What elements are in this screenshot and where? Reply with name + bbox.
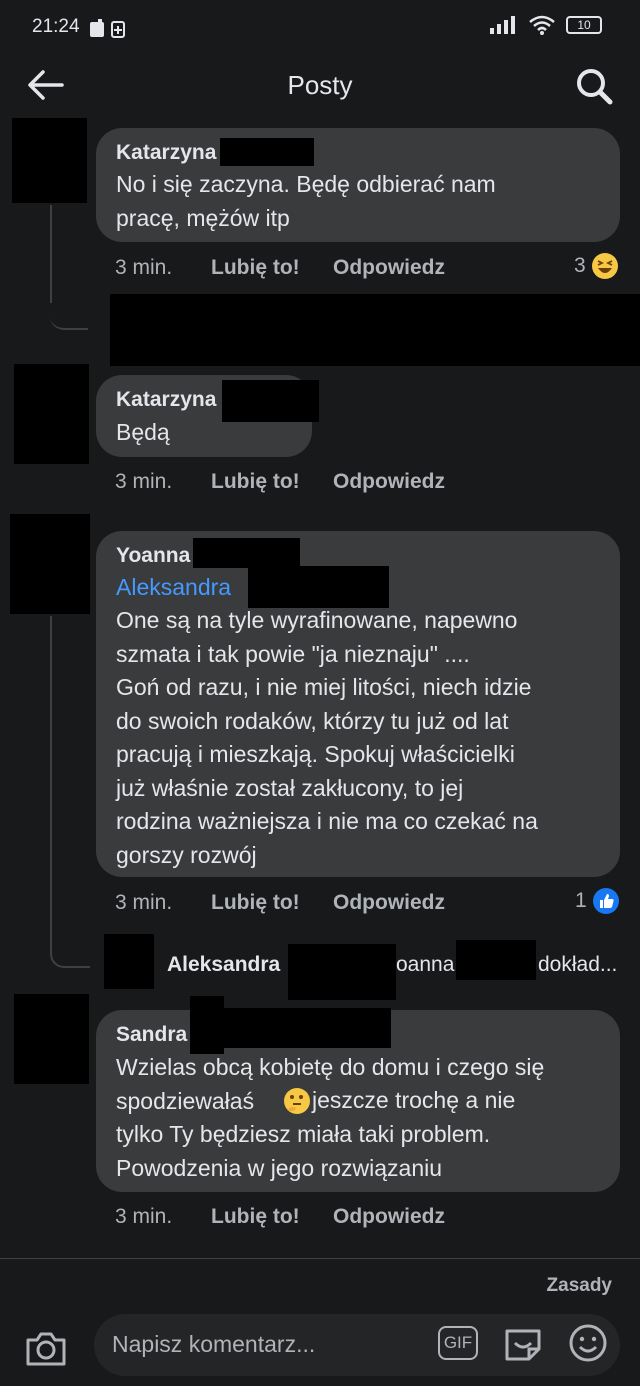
reaction-summary[interactable]: 3 <box>574 252 619 280</box>
redacted-reply <box>110 294 640 366</box>
notification-icons <box>90 19 125 38</box>
comment-input-placeholder: Napisz komentarz... <box>112 1331 316 1357</box>
avatar[interactable] <box>10 514 90 614</box>
gif-icon[interactable]: GIF <box>438 1326 478 1360</box>
like-button[interactable]: Lubię to! <box>211 1205 300 1229</box>
reaction-count: 3 <box>574 254 586 277</box>
comment-actions: 3 min. Lubię to! Odpowiedz <box>0 470 640 496</box>
comment-time: 3 min. <box>115 256 173 279</box>
comment-actions: 3 min. Lubię to! Odpowiedz <box>0 256 640 282</box>
gif-label: GIF <box>443 1333 473 1352</box>
redacted-text <box>456 940 536 980</box>
like-button[interactable]: Lubię to! <box>211 470 300 494</box>
sticker-icon[interactable] <box>502 1323 544 1365</box>
comment-author[interactable]: Yoanna <box>116 544 190 568</box>
like-icon <box>592 888 619 914</box>
comment-text-part-2: jeszcze trochę a nie <box>312 1087 516 1113</box>
comment-text: No i się zaczyna. Będę odbierać nam prac… <box>116 171 496 231</box>
comment-time: 3 min. <box>115 470 173 493</box>
thread-connector <box>50 940 90 968</box>
avatar[interactable] <box>104 934 154 989</box>
emoji-icon[interactable] <box>568 1323 608 1363</box>
comment-text: Będą <box>116 419 170 445</box>
reply-button[interactable]: Odpowiedz <box>333 256 445 280</box>
rules-link[interactable]: Zasady <box>547 1275 612 1297</box>
status-icons: 10 <box>488 14 602 36</box>
reply-author[interactable]: Aleksandra <box>167 953 280 977</box>
comment-actions: 3 min. Lubię to! Odpowiedz <box>0 1205 640 1231</box>
camera-icon[interactable] <box>24 1328 68 1368</box>
comment-text-part-3: tylko Ty będziesz miała taki problem. Po… <box>116 1121 491 1181</box>
battery-icon: 10 <box>566 16 602 34</box>
comment-text: One są na tyle wyrafinowane, napewno szm… <box>116 607 538 868</box>
battery-level: 10 <box>577 18 591 32</box>
reply-snippet-end: dokład... <box>538 953 618 976</box>
search-icon[interactable] <box>574 66 614 106</box>
redacted-surname <box>248 566 389 608</box>
redacted-surname <box>222 380 319 422</box>
footer-divider <box>0 1258 640 1259</box>
thinking-emoji-icon <box>284 1088 310 1114</box>
comment-actions: 3 min. Lubię to! Odpowiedz <box>0 891 640 917</box>
like-button[interactable]: Lubię to! <box>211 891 300 915</box>
reply-button[interactable]: Odpowiedz <box>333 891 445 915</box>
page-title: Posty <box>287 70 353 100</box>
redacted-surname <box>288 944 396 1000</box>
comment-author[interactable]: Katarzyna <box>116 141 216 165</box>
redacted-surname <box>224 1008 391 1048</box>
status-time: 21:24 <box>32 16 80 37</box>
reaction-summary[interactable]: 1 <box>575 887 620 915</box>
redacted-surname <box>220 138 314 166</box>
reply-snippet-start: oanna <box>396 953 455 976</box>
thread-line <box>50 205 52 303</box>
like-button[interactable]: Lubię to! <box>211 256 300 280</box>
avatar[interactable] <box>14 994 89 1084</box>
redacted-surname <box>193 538 300 568</box>
avatar[interactable] <box>14 364 89 464</box>
comment-author[interactable]: Katarzyna <box>116 388 216 412</box>
reaction-count: 1 <box>575 889 587 912</box>
wifi-icon <box>529 15 555 35</box>
mention-link[interactable]: Aleksandra <box>116 574 231 601</box>
comment-author[interactable]: Sandra <box>116 1023 187 1047</box>
reply-button[interactable]: Odpowiedz <box>333 470 445 494</box>
redacted-surname <box>190 996 224 1054</box>
signal-icon <box>490 16 515 34</box>
laugh-emoji-icon <box>591 253 618 279</box>
avatar[interactable] <box>12 118 87 203</box>
reply-button[interactable]: Odpowiedz <box>333 1205 445 1229</box>
comment-time: 3 min. <box>115 891 173 914</box>
comment-time: 3 min. <box>115 1205 173 1228</box>
thread-connector <box>50 300 88 330</box>
